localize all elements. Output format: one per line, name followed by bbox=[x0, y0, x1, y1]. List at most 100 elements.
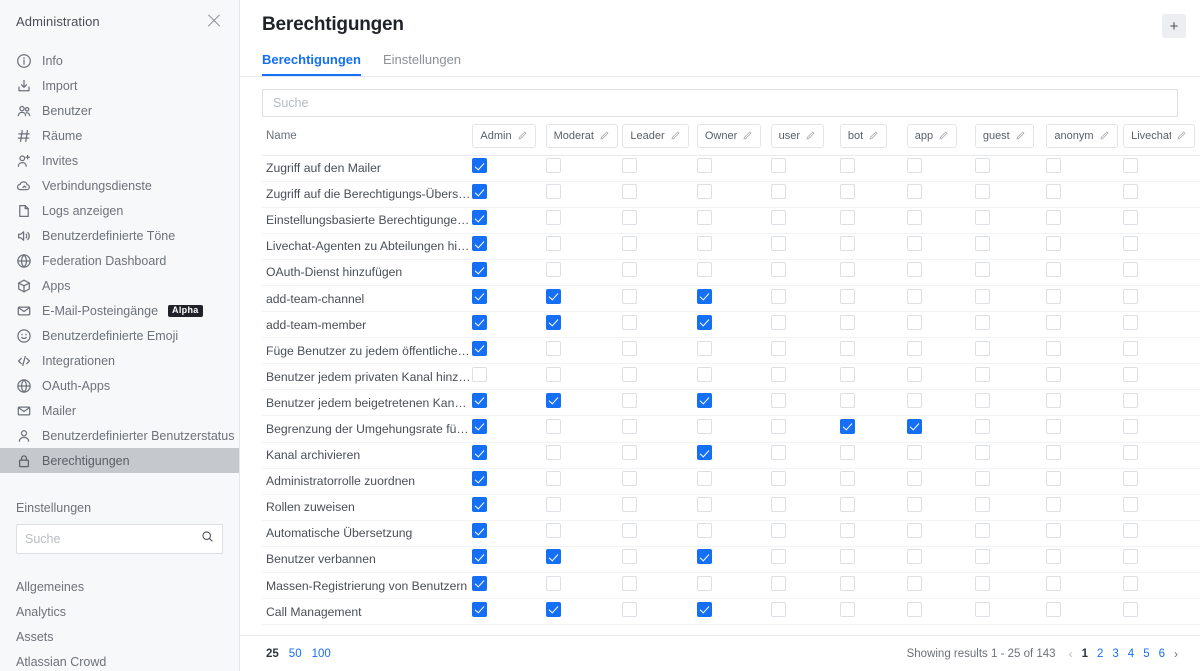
permission-checkbox[interactable] bbox=[974, 497, 990, 513]
permission-checkbox[interactable] bbox=[545, 340, 561, 356]
sidebar-search-input[interactable] bbox=[25, 532, 175, 546]
permission-checkbox[interactable] bbox=[696, 288, 712, 304]
permission-checkbox[interactable] bbox=[545, 418, 561, 434]
sidebar-item-verbindungsdienste[interactable]: Verbindungsdienste bbox=[0, 173, 239, 198]
permission-checkbox[interactable] bbox=[974, 184, 990, 200]
permission-checkbox[interactable] bbox=[545, 471, 561, 487]
permission-checkbox[interactable] bbox=[696, 314, 712, 330]
permission-checkbox[interactable] bbox=[974, 392, 990, 408]
permission-checkbox[interactable] bbox=[770, 288, 786, 304]
permissions-search[interactable] bbox=[262, 89, 1178, 117]
permission-checkbox[interactable] bbox=[1046, 392, 1062, 408]
permission-checkbox[interactable] bbox=[906, 523, 922, 539]
permission-checkbox[interactable] bbox=[906, 601, 922, 617]
permission-checkbox[interactable] bbox=[1046, 366, 1062, 382]
permission-checkbox[interactable] bbox=[770, 340, 786, 356]
permission-checkbox[interactable] bbox=[1046, 314, 1062, 330]
permission-checkbox[interactable] bbox=[839, 392, 855, 408]
pencil-icon[interactable] bbox=[1099, 130, 1110, 141]
sidebar-item-import[interactable]: Import bbox=[0, 73, 239, 98]
permission-checkbox[interactable] bbox=[1123, 445, 1139, 461]
permission-checkbox[interactable] bbox=[770, 418, 786, 434]
permission-checkbox[interactable] bbox=[839, 497, 855, 513]
permission-checkbox[interactable] bbox=[1123, 497, 1139, 513]
permission-checkbox[interactable] bbox=[472, 497, 488, 513]
tab-berechtigungen[interactable]: Berechtigungen bbox=[262, 52, 361, 76]
role-chip-admin[interactable]: Admin bbox=[472, 123, 536, 148]
role-chip-user[interactable]: user bbox=[770, 123, 824, 148]
permission-checkbox[interactable] bbox=[696, 392, 712, 408]
sidebar-item-oauth-apps[interactable]: OAuth-Apps bbox=[0, 373, 239, 398]
permission-checkbox[interactable] bbox=[472, 288, 488, 304]
permission-checkbox[interactable] bbox=[545, 314, 561, 330]
permission-checkbox[interactable] bbox=[906, 471, 922, 487]
permission-checkbox[interactable] bbox=[472, 549, 488, 565]
role-chip-owner[interactable]: Owner bbox=[696, 123, 762, 148]
settings-item-analytics[interactable]: Analytics bbox=[0, 599, 239, 624]
permission-checkbox[interactable] bbox=[906, 236, 922, 252]
permission-checkbox[interactable] bbox=[974, 471, 990, 487]
permission-checkbox[interactable] bbox=[1046, 445, 1062, 461]
permission-checkbox[interactable] bbox=[770, 497, 786, 513]
pencil-icon[interactable] bbox=[868, 130, 879, 141]
page-number-2[interactable]: 2 bbox=[1097, 648, 1103, 660]
permission-checkbox[interactable] bbox=[472, 366, 488, 382]
permission-checkbox[interactable] bbox=[696, 184, 712, 200]
permission-checkbox[interactable] bbox=[839, 184, 855, 200]
permission-checkbox[interactable] bbox=[974, 288, 990, 304]
permission-checkbox[interactable] bbox=[906, 392, 922, 408]
permission-checkbox[interactable] bbox=[906, 158, 922, 174]
settings-item-assets[interactable]: Assets bbox=[0, 624, 239, 649]
permission-checkbox[interactable] bbox=[974, 549, 990, 565]
permission-checkbox[interactable] bbox=[839, 471, 855, 487]
permission-checkbox[interactable] bbox=[696, 340, 712, 356]
page-size-option-50[interactable]: 50 bbox=[289, 648, 302, 660]
permission-checkbox[interactable] bbox=[472, 340, 488, 356]
permission-checkbox[interactable] bbox=[770, 184, 786, 200]
search-input[interactable] bbox=[273, 96, 1167, 110]
permission-checkbox[interactable] bbox=[770, 236, 786, 252]
role-chip-moderator[interactable]: Moderator bbox=[545, 123, 618, 148]
permission-checkbox[interactable] bbox=[770, 601, 786, 617]
role-chip-app[interactable]: app bbox=[906, 123, 958, 148]
permission-checkbox[interactable] bbox=[770, 575, 786, 591]
permission-checkbox[interactable] bbox=[545, 366, 561, 382]
permission-checkbox[interactable] bbox=[1046, 288, 1062, 304]
permission-checkbox[interactable] bbox=[1046, 471, 1062, 487]
page-number-5[interactable]: 5 bbox=[1143, 648, 1149, 660]
permission-checkbox[interactable] bbox=[974, 314, 990, 330]
role-chip-bot[interactable]: bot bbox=[839, 123, 888, 148]
permission-checkbox[interactable] bbox=[622, 445, 638, 461]
permission-checkbox[interactable] bbox=[770, 523, 786, 539]
page-number-6[interactable]: 6 bbox=[1159, 648, 1165, 660]
permission-checkbox[interactable] bbox=[545, 288, 561, 304]
pencil-icon[interactable] bbox=[670, 130, 681, 141]
permission-checkbox[interactable] bbox=[974, 445, 990, 461]
permission-checkbox[interactable] bbox=[545, 184, 561, 200]
permission-checkbox[interactable] bbox=[696, 471, 712, 487]
permission-checkbox[interactable] bbox=[696, 523, 712, 539]
permission-checkbox[interactable] bbox=[472, 471, 488, 487]
permission-checkbox[interactable] bbox=[622, 184, 638, 200]
permission-checkbox[interactable] bbox=[1046, 523, 1062, 539]
permission-checkbox[interactable] bbox=[974, 340, 990, 356]
permission-checkbox[interactable] bbox=[696, 445, 712, 461]
permission-checkbox[interactable] bbox=[906, 262, 922, 278]
permission-checkbox[interactable] bbox=[1123, 236, 1139, 252]
page-number-1[interactable]: 1 bbox=[1082, 648, 1088, 660]
permission-checkbox[interactable] bbox=[622, 210, 638, 226]
pencil-icon[interactable] bbox=[599, 130, 610, 141]
permission-checkbox[interactable] bbox=[472, 392, 488, 408]
permission-checkbox[interactable] bbox=[974, 262, 990, 278]
permission-checkbox[interactable] bbox=[1046, 601, 1062, 617]
permission-checkbox[interactable] bbox=[1123, 471, 1139, 487]
sidebar-item-info[interactable]: Info bbox=[0, 48, 239, 73]
permission-checkbox[interactable] bbox=[906, 497, 922, 513]
permission-checkbox[interactable] bbox=[839, 262, 855, 278]
pencil-icon[interactable] bbox=[742, 130, 753, 141]
permission-checkbox[interactable] bbox=[622, 601, 638, 617]
permission-checkbox[interactable] bbox=[545, 158, 561, 174]
permission-checkbox[interactable] bbox=[906, 445, 922, 461]
permission-checkbox[interactable] bbox=[1123, 158, 1139, 174]
permission-checkbox[interactable] bbox=[1123, 366, 1139, 382]
